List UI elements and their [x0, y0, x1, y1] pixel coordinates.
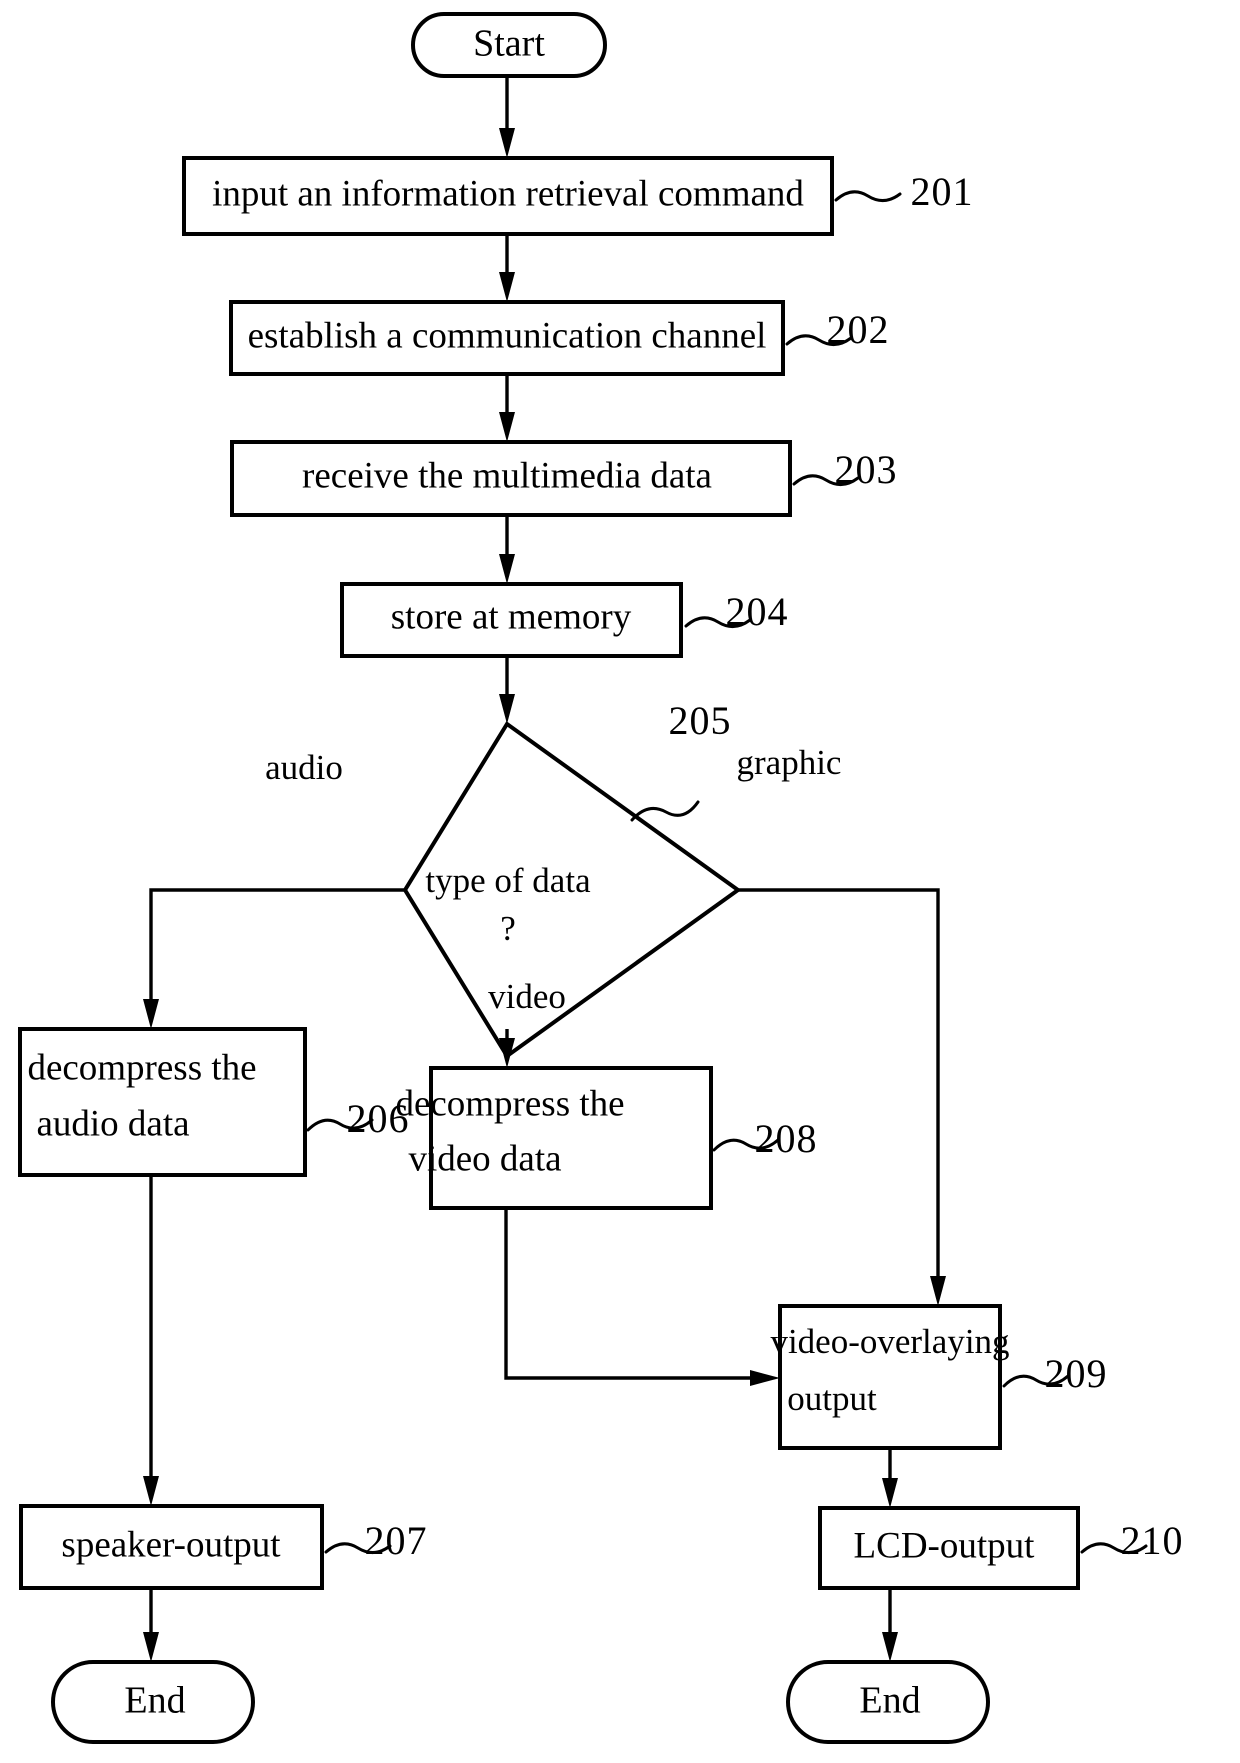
- decision-205-label-line2: ?: [500, 909, 516, 948]
- ref-209: 209: [1045, 1351, 1108, 1396]
- edge-210-to-end-right: [882, 1588, 898, 1662]
- ref-204: 204: [726, 589, 789, 634]
- node-204: store at memory 204: [340, 582, 789, 658]
- box-207-label: speaker-output: [61, 1524, 281, 1565]
- flowchart-figure: Start input an information retrieval com…: [0, 0, 1240, 1763]
- flowchart-canvas: Start input an information retrieval com…: [18, 12, 1184, 1744]
- edge-201-to-202: [499, 234, 515, 302]
- branch-label-audio: audio: [265, 748, 343, 787]
- end-left-label: End: [124, 1680, 185, 1722]
- node-210: LCD-output 210: [818, 1506, 1184, 1590]
- box-201-label: input an information retrieval command: [212, 173, 804, 214]
- box-209-label-line1: video-overlaying: [770, 1322, 1009, 1361]
- ref-201: 201: [911, 169, 974, 214]
- edge-207-to-end-left: [143, 1588, 159, 1662]
- node-209: video-overlaying output 209: [770, 1304, 1108, 1450]
- ref-210: 210: [1121, 1518, 1184, 1563]
- decision-205-label-line1: type of data: [425, 861, 591, 900]
- box-203-label: receive the multimedia data: [302, 455, 712, 496]
- node-202: establish a communication channel 202: [229, 300, 890, 376]
- edge-209-to-210: [882, 1448, 898, 1508]
- node-205: type of data ? 205: [402, 698, 742, 1059]
- edge-start-to-201: [499, 76, 515, 158]
- edge-206-to-207: [143, 1175, 159, 1506]
- ref-208: 208: [755, 1116, 818, 1161]
- box-208-label-line1: decompress the: [395, 1083, 624, 1124]
- ref-207: 207: [365, 1518, 428, 1563]
- node-start: Start: [411, 12, 607, 78]
- branch-label-graphic: graphic: [737, 743, 842, 782]
- node-208: decompress the video data 208: [395, 1066, 818, 1210]
- start-label: Start: [473, 23, 545, 65]
- box-206-label-line2: audio data: [36, 1103, 189, 1144]
- box-210-label: LCD-output: [854, 1525, 1036, 1566]
- ref-203: 203: [835, 447, 898, 492]
- node-end-left: End: [51, 1660, 255, 1744]
- box-204-label: store at memory: [391, 596, 632, 637]
- edge-205-graphic-to-209: [738, 888, 946, 1306]
- end-right-label: End: [859, 1680, 920, 1722]
- node-201: input an information retrieval command 2…: [182, 156, 974, 236]
- edge-202-to-203: [499, 374, 515, 442]
- ref-205: 205: [669, 698, 732, 743]
- edge-204-to-205: [499, 656, 515, 724]
- ref-202: 202: [827, 307, 890, 352]
- box-202-label: establish a communication channel: [248, 315, 767, 356]
- box-206-label-line1: decompress the: [27, 1047, 256, 1088]
- node-207: speaker-output 207: [19, 1504, 428, 1590]
- edge-208-to-209: [504, 1208, 780, 1386]
- branch-label-video: video: [488, 977, 566, 1016]
- edge-205-audio-to-206: [143, 888, 405, 1029]
- box-208-label-line2: video data: [408, 1138, 561, 1179]
- edge-203-to-204: [499, 515, 515, 584]
- node-203: receive the multimedia data 203: [230, 440, 898, 517]
- node-206: decompress the audio data 206: [18, 1027, 409, 1177]
- edge-205-to-208: [505, 1055, 509, 1056]
- box-209-label-line2: output: [787, 1379, 877, 1418]
- node-end-right: End: [786, 1660, 990, 1744]
